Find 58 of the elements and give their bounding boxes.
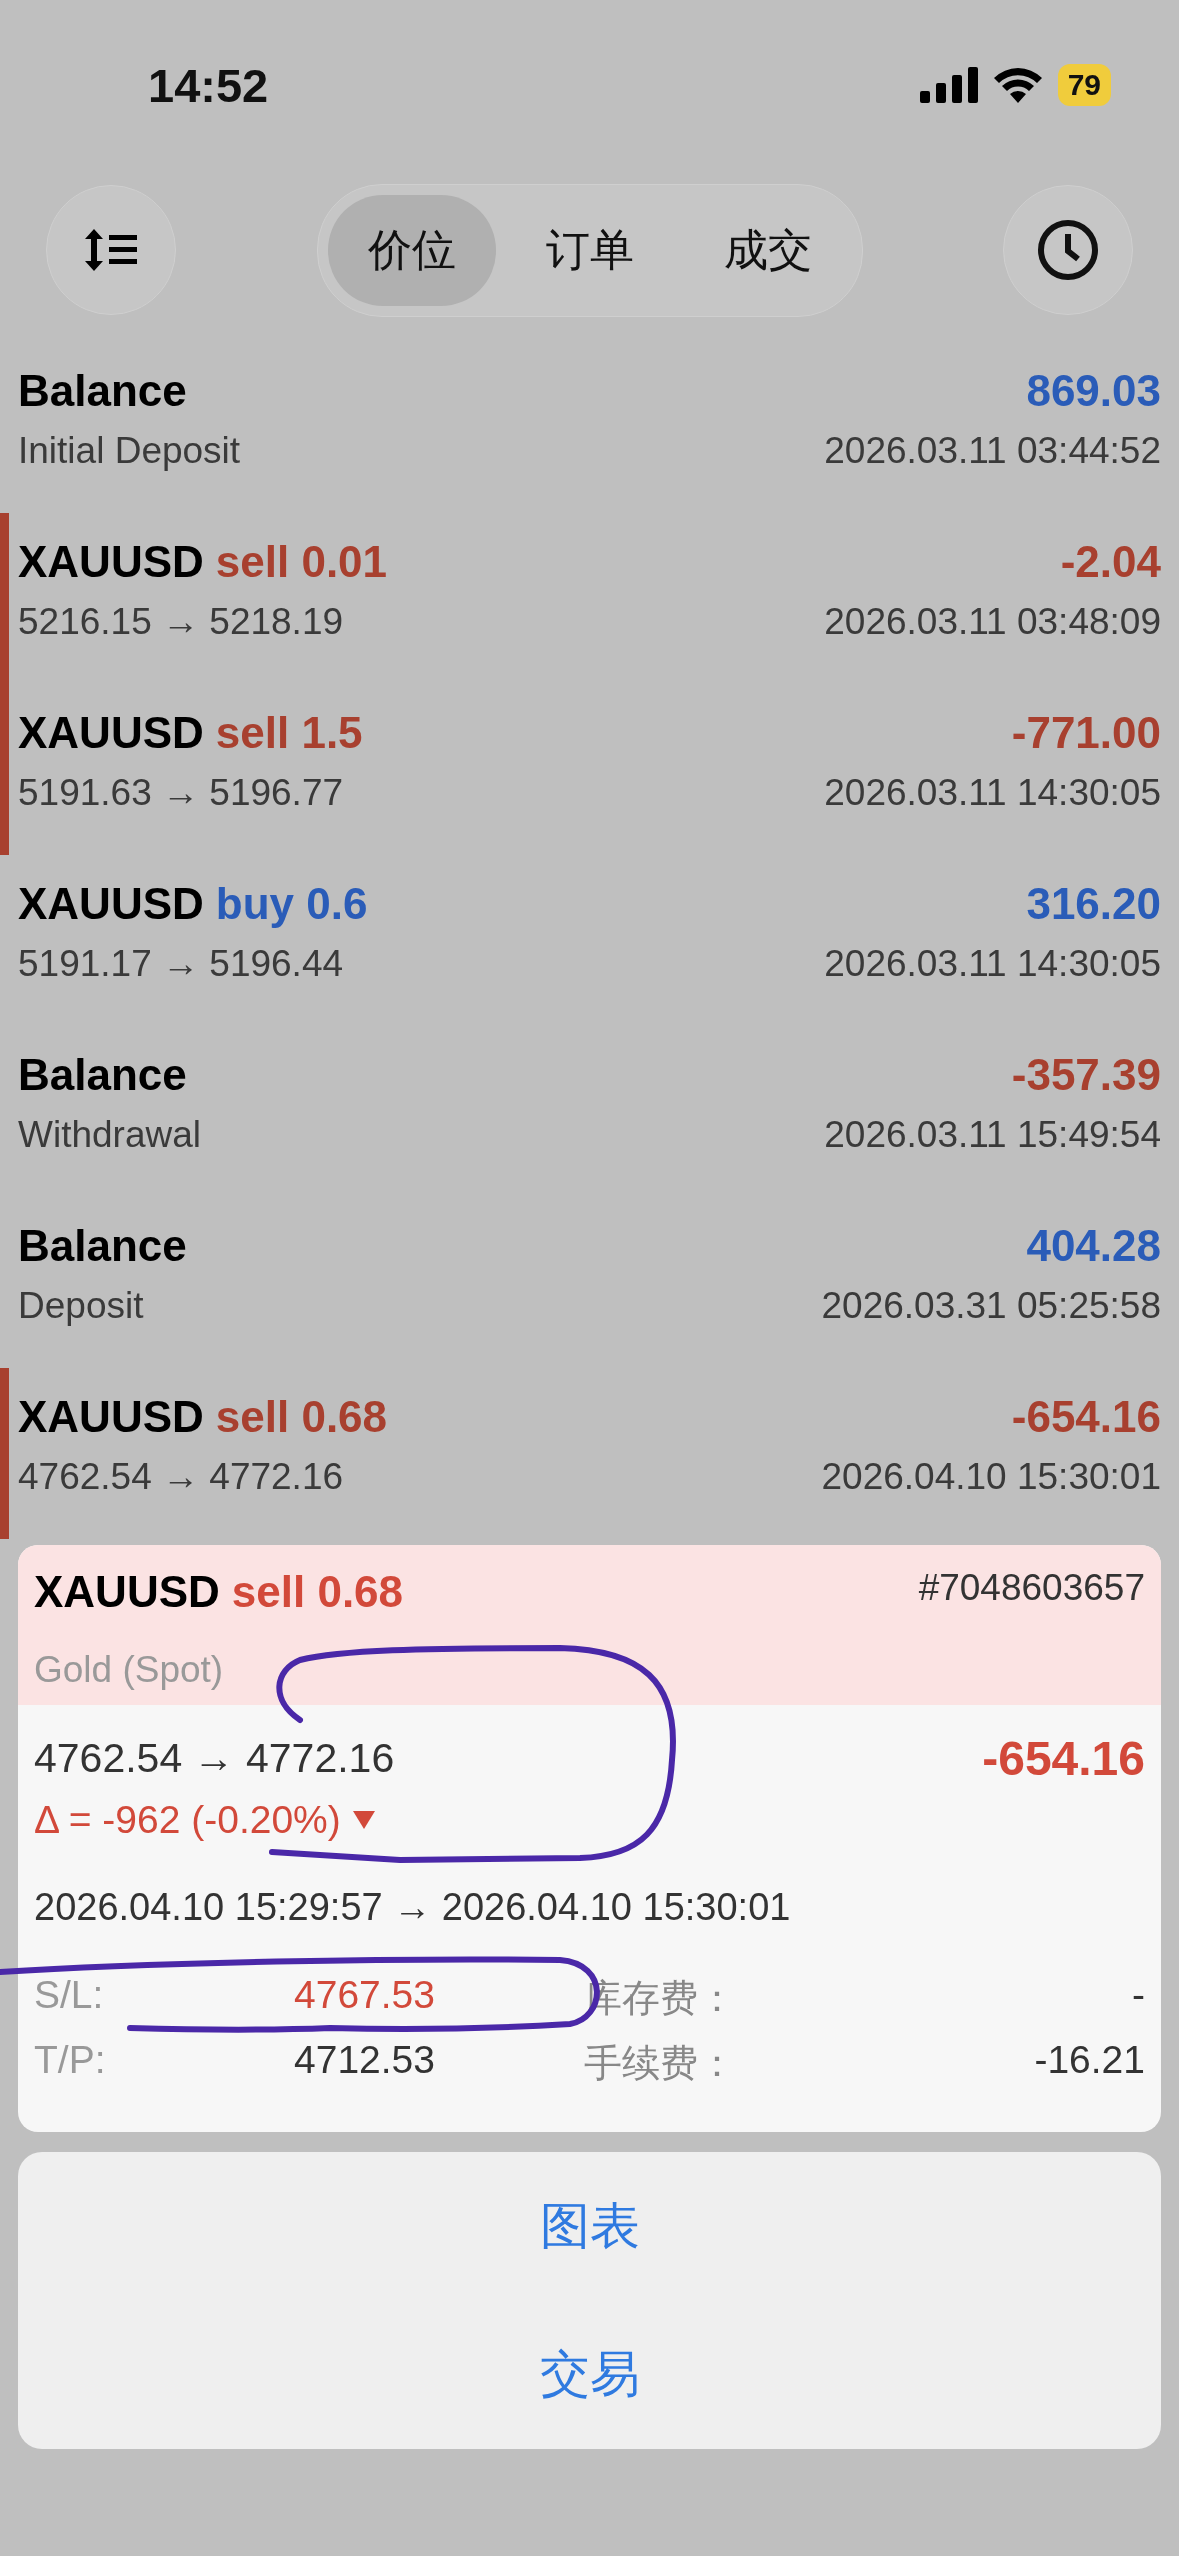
order-type: sell 0.01 xyxy=(215,537,388,587)
deal-title: XAUUSD xyxy=(18,879,204,929)
field-label: S/L: xyxy=(34,1973,105,2018)
fee-value: - xyxy=(1131,1973,1145,2018)
field-label: T/P: xyxy=(34,2038,107,2083)
tab[interactable]: 价位 xyxy=(327,194,496,306)
tab[interactable]: 成交 xyxy=(683,194,852,306)
deal-amount: 869.03 xyxy=(1025,366,1161,416)
deal-time: 2026.03.11 15:49:54 xyxy=(824,1114,1161,1156)
instrument-name: Gold (Spot) xyxy=(34,1649,225,1692)
deal-amount: -2.04 xyxy=(1059,537,1161,587)
order-type: sell 1.5 xyxy=(215,708,363,758)
deal-title: XAUUSD xyxy=(18,708,204,758)
deal-subtitle: Initial Deposit xyxy=(18,430,242,472)
deal-time: 2026.03.11 03:44:52 xyxy=(824,430,1161,472)
deal-time: 2026.03.11 14:30:05 xyxy=(824,772,1161,814)
price-change: 4762.54 → 4772.16 xyxy=(34,1735,395,1782)
deal-subtitle: 5191.63 → 5196.77 xyxy=(18,772,345,814)
deal-subtitle: 4762.54 → 4772.16 xyxy=(18,1456,345,1498)
deal-amount: 404.28 xyxy=(1025,1221,1161,1271)
deal-time: 2026.03.11 03:48:09 xyxy=(824,601,1161,643)
deal-subtitle: 5216.15 → 5218.19 xyxy=(18,601,345,643)
deal-subtitle: 5191.17 → 5196.44 xyxy=(18,943,345,985)
deal-time: 2026.04.10 15:30:01 xyxy=(821,1456,1161,1498)
clock-time: 14:52 xyxy=(148,57,269,113)
deal-amount: -771.00 xyxy=(1010,708,1161,758)
signal-icon xyxy=(919,67,978,103)
sort-icon xyxy=(83,227,139,273)
deal-subtitle: Deposit xyxy=(18,1285,145,1327)
deal-amount: -357.39 xyxy=(1010,1050,1161,1100)
order-type: sell 0.68 xyxy=(215,1392,388,1442)
symbol-title: XAUUSD xyxy=(34,1567,220,1618)
deal-title: XAUUSD xyxy=(18,537,204,587)
deal-title: Balance xyxy=(18,1050,187,1100)
deal-title: Balance xyxy=(18,1221,187,1271)
action-button[interactable]: 交易 xyxy=(479,2321,700,2429)
action-button[interactable]: 图表 xyxy=(479,2172,700,2280)
trade-times: 2026.04.10 15:29:57 → 2026.04.10 15:30:01 xyxy=(34,1886,792,1929)
field-value: 4767.53 xyxy=(294,1973,436,2018)
deal-title: Balance xyxy=(18,366,187,416)
deal-subtitle: Withdrawal xyxy=(18,1114,202,1156)
ticket-number: #7048603657 xyxy=(918,1567,1145,1610)
deal-time: 2026.03.31 05:25:58 xyxy=(821,1285,1161,1327)
clock-icon xyxy=(1036,218,1100,282)
order-type: buy 0.6 xyxy=(215,879,368,929)
down-arrow-icon xyxy=(352,1811,375,1829)
tab[interactable]: 订单 xyxy=(505,194,674,306)
profit-amount: -654.16 xyxy=(982,1731,1145,1786)
deal-amount: 316.20 xyxy=(1025,879,1161,929)
battery-level: 79 xyxy=(1057,64,1111,106)
price-delta: Δ = -962 (-0.20%) xyxy=(34,1798,341,1842)
deal-title: XAUUSD xyxy=(18,1392,204,1442)
fee-value: -16.21 xyxy=(1034,2038,1145,2083)
field-value: 4712.53 xyxy=(294,2038,436,2083)
fee-label: 手续费： xyxy=(584,2040,737,2087)
deal-time: 2026.03.11 14:30:05 xyxy=(824,943,1161,985)
order-type: sell 0.68 xyxy=(231,1567,404,1618)
deal-amount: -654.16 xyxy=(1010,1392,1161,1442)
